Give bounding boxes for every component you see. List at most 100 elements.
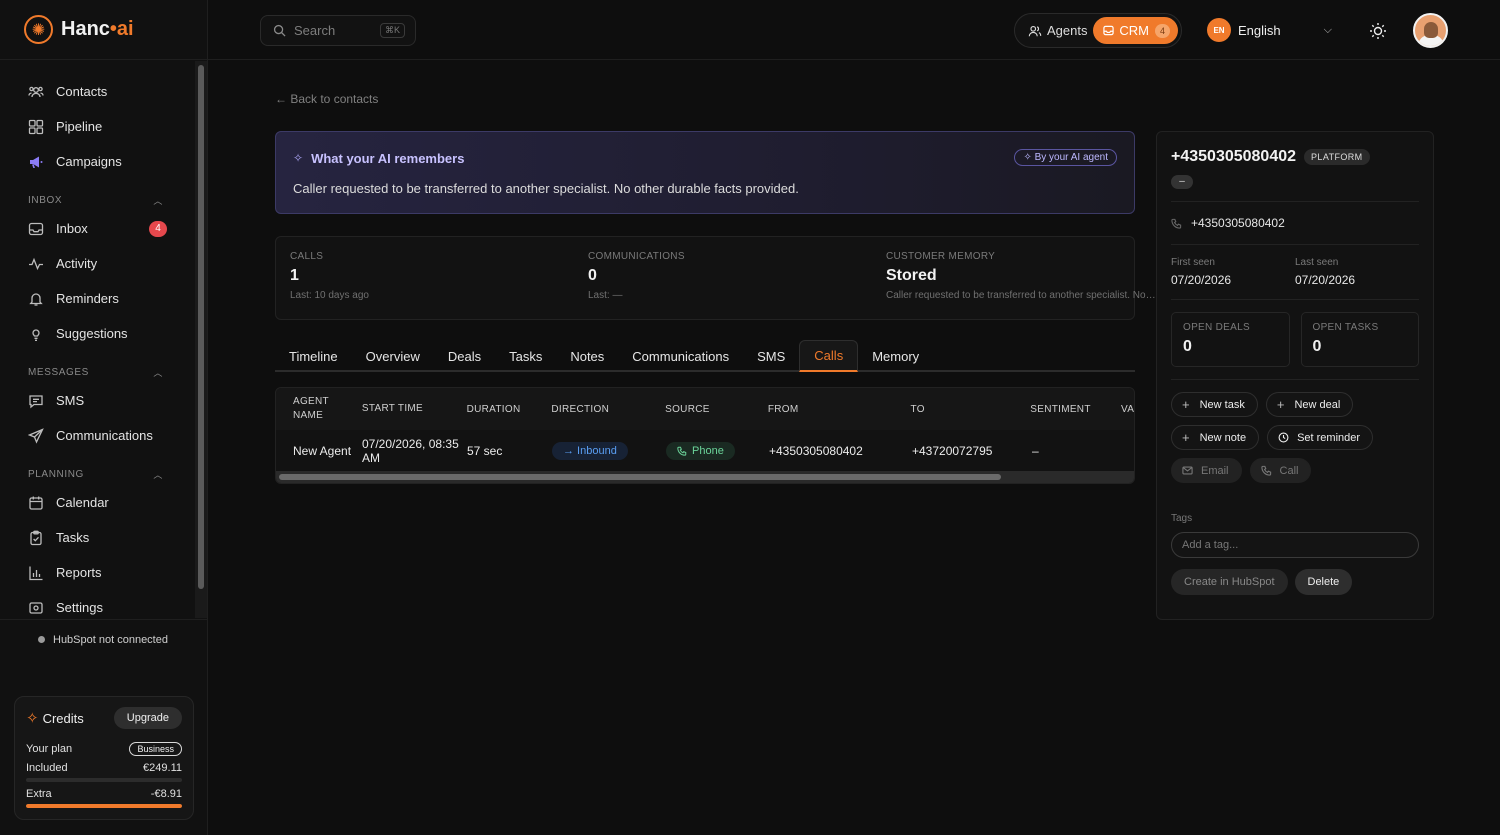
inbox-count-badge: 4 (149, 220, 167, 237)
column-header[interactable]: DURATION (467, 404, 552, 415)
new-note-button[interactable]: + New note (1171, 425, 1260, 450)
brand[interactable]: ✺ Hanc•ai (0, 0, 207, 60)
sidebar-item-communications[interactable]: Communications (0, 418, 195, 453)
sidebar-nav: Contacts Pipeline Campaigns INBOX ︿ Inbo… (0, 61, 195, 618)
open-counts: OPEN DEALS 0 OPEN TASKS 0 (1171, 312, 1419, 367)
crm-mode-button[interactable]: CRM 4 (1093, 17, 1178, 44)
column-header[interactable]: START TIME (362, 402, 467, 416)
sidebar-item-settings[interactable]: Settings (0, 590, 195, 618)
mode-switch: Agents CRM 4 (1014, 13, 1182, 48)
search-input[interactable] (294, 23, 374, 38)
column-header[interactable]: SENTIMENT (1030, 404, 1121, 415)
inbox-icon (1103, 25, 1115, 36)
tab-overview[interactable]: Overview (352, 340, 434, 372)
upgrade-button[interactable]: Upgrade (113, 707, 182, 729)
sidebar-item-activity[interactable]: Activity (0, 246, 195, 281)
ai-memory-card: ✧ What your AI remembers ✧ By your AI ag… (275, 131, 1135, 214)
sidebar-scrollbar[interactable] (195, 61, 207, 618)
contacts-icon (28, 84, 44, 100)
table-scrollbar-thumb[interactable] (279, 474, 1001, 480)
column-header[interactable]: TO (911, 404, 1031, 415)
sidebar-item-sms[interactable]: SMS (0, 383, 195, 418)
sidebar-item-campaigns[interactable]: Campaigns (0, 144, 195, 179)
tab-timeline[interactable]: Timeline (275, 340, 352, 372)
call-button[interactable]: Call (1249, 458, 1312, 483)
sidebar-item-inbox[interactable]: Inbox 4 (0, 211, 195, 246)
new-deal-button[interactable]: + New deal (1265, 392, 1354, 417)
new-task-button[interactable]: + New task (1171, 392, 1258, 417)
sidebar-item-reminders[interactable]: Reminders (0, 281, 195, 316)
source-badge: Phone (666, 442, 735, 460)
email-button[interactable]: Email (1171, 458, 1242, 483)
search-box[interactable]: ⌘K (260, 15, 416, 46)
stat-communications: COMMUNICATIONS 0 Last: — (588, 251, 685, 301)
sidebar-item-label: Settings (56, 600, 103, 615)
set-reminder-button[interactable]: Set reminder (1267, 425, 1374, 450)
tab-notes[interactable]: Notes (556, 340, 618, 372)
agents-mode-button[interactable]: Agents (1018, 23, 1093, 38)
cell-from: +4350305080402 (769, 444, 863, 458)
theme-toggle-button[interactable] (1367, 20, 1389, 42)
stat-customer-memory: CUSTOMER MEMORY Stored Caller requested … (886, 251, 1156, 301)
chevron-up-icon: ︿ (153, 195, 163, 206)
column-header[interactable]: AGENT NAME (276, 395, 362, 423)
back-to-contacts-link[interactable]: ← Back to contacts (275, 92, 378, 106)
cell-direction: → Inbound (552, 442, 666, 460)
phone-icon (1171, 218, 1182, 229)
tab-sms[interactable]: SMS (743, 340, 799, 372)
seen-dates: First seen 07/20/2026 Last seen 07/20/20… (1171, 257, 1419, 287)
section-messages[interactable]: MESSAGES ︿ (0, 361, 195, 383)
plan-label: Your plan (26, 743, 73, 755)
tab-communications[interactable]: Communications (618, 340, 743, 372)
chevron-up-icon: ︿ (153, 367, 163, 378)
language-selector[interactable]: EN English ⌵ (1207, 18, 1332, 42)
open-tasks-box: OPEN TASKS 0 (1300, 312, 1419, 367)
sidebar-item-suggestions[interactable]: Suggestions (0, 316, 195, 351)
avatar[interactable] (1413, 13, 1448, 48)
calls-table: AGENT NAME START TIME DURATION DIRECTION… (275, 387, 1135, 484)
sidebar-item-reports[interactable]: Reports (0, 555, 195, 590)
language-flag: EN (1207, 18, 1231, 42)
sidebar-item-label: Reports (56, 565, 102, 580)
cell-sentiment: – (1032, 444, 1039, 458)
plus-icon: + (1182, 430, 1190, 445)
search-shortcut: ⌘K (379, 23, 405, 38)
tab-calls[interactable]: Calls (799, 340, 859, 372)
status-dot-icon (38, 636, 45, 643)
tab-deals[interactable]: Deals (434, 340, 495, 372)
extra-value: -€8.91 (150, 788, 182, 800)
chat-icon (28, 393, 44, 409)
sidebar-item-label: Inbox (56, 221, 88, 236)
sidebar-item-label: Campaigns (56, 154, 122, 169)
column-header[interactable]: VA (1121, 404, 1134, 415)
mail-icon (1182, 466, 1193, 475)
section-inbox[interactable]: INBOX ︿ (0, 189, 195, 211)
column-header[interactable]: SOURCE (665, 404, 768, 415)
sidebar-item-contacts[interactable]: Contacts (0, 74, 195, 109)
chevron-down-icon: ⌵ (1323, 23, 1332, 36)
tags-label: Tags (1171, 513, 1193, 524)
app-root: ✺ Hanc•ai Contacts Pipeline Campaigns IN… (0, 0, 1500, 835)
contact-details-panel: +4350305080402 PLATFORM – +4350305080402… (1156, 131, 1434, 620)
table-horizontal-scrollbar[interactable] (276, 471, 1134, 483)
tab-tasks[interactable]: Tasks (495, 340, 556, 372)
included-progress-bar (26, 778, 182, 782)
sidebar-item-calendar[interactable]: Calendar (0, 485, 195, 520)
create-in-hubspot-button[interactable]: Create in HubSpot (1171, 569, 1288, 595)
send-icon (28, 427, 44, 444)
sidebar-scrollbar-thumb[interactable] (198, 65, 204, 589)
table-row[interactable]: New Agent 07/20/2026, 08:35 AM 57 sec → … (276, 430, 1134, 472)
language-name: English (1238, 22, 1281, 38)
delete-button[interactable]: Delete (1294, 569, 1353, 595)
section-planning[interactable]: PLANNING ︿ (0, 463, 195, 485)
contact-tabs: Timeline Overview Deals Tasks Notes Comm… (275, 340, 1135, 372)
phone-icon (1260, 465, 1271, 476)
column-header[interactable]: DIRECTION (551, 404, 665, 415)
tab-memory[interactable]: Memory (858, 340, 933, 372)
sidebar-item-pipeline[interactable]: Pipeline (0, 109, 195, 144)
sidebar-item-tasks[interactable]: Tasks (0, 520, 195, 555)
tag-input[interactable] (1171, 532, 1419, 558)
column-header[interactable]: FROM (768, 404, 911, 415)
cell-agent: New Agent (293, 444, 352, 458)
cell-duration: 57 sec (467, 444, 503, 458)
